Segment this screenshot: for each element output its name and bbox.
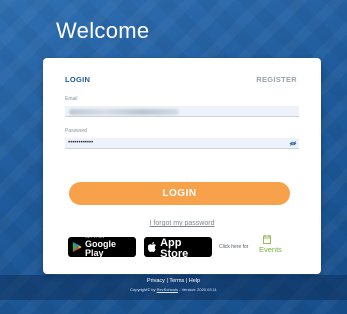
page-title: Welcome xyxy=(56,18,150,43)
events-link[interactable]: Click here for Events xyxy=(219,235,299,261)
apple-icon xyxy=(148,241,157,253)
password-label: Password xyxy=(65,128,87,134)
footer-copyright: Copyright© by RevSchools - Version: 2020… xyxy=(0,287,347,292)
tab-register[interactable]: REGISTER xyxy=(256,75,297,84)
footer: Privacy | Terms | Help Copyright© by Rev… xyxy=(0,275,347,300)
email-label: Email xyxy=(65,96,78,102)
events-label: Events xyxy=(259,245,282,254)
google-play-icon xyxy=(72,242,82,252)
calendar-icon xyxy=(263,235,271,244)
footer-links[interactable]: Privacy | Terms | Help xyxy=(0,278,347,284)
app-store-badge[interactable]: Download on the App Store xyxy=(144,234,212,260)
brand-link[interactable]: RevSchools xyxy=(157,287,178,292)
login-card: LOGIN REGISTER Email Password LOGIN I fo… xyxy=(43,58,321,274)
version-text: - Version: 2020.03.11 xyxy=(179,287,217,292)
google-badge-big-text: Google Play xyxy=(84,238,116,258)
tab-login[interactable]: LOGIN xyxy=(65,75,90,84)
copyright-prefix: Copyright© by xyxy=(130,287,156,292)
password-field[interactable] xyxy=(65,138,299,149)
apple-badge-big-text: App Store xyxy=(160,236,189,260)
events-click-text: Click here for xyxy=(219,244,249,250)
google-play-badge[interactable]: GET IT ON Google Play xyxy=(68,236,136,258)
eye-slash-icon[interactable] xyxy=(289,141,297,146)
forgot-password-link[interactable]: I forgot my password xyxy=(43,220,321,227)
email-value-blurred xyxy=(69,109,179,115)
login-button[interactable]: LOGIN xyxy=(69,182,290,205)
